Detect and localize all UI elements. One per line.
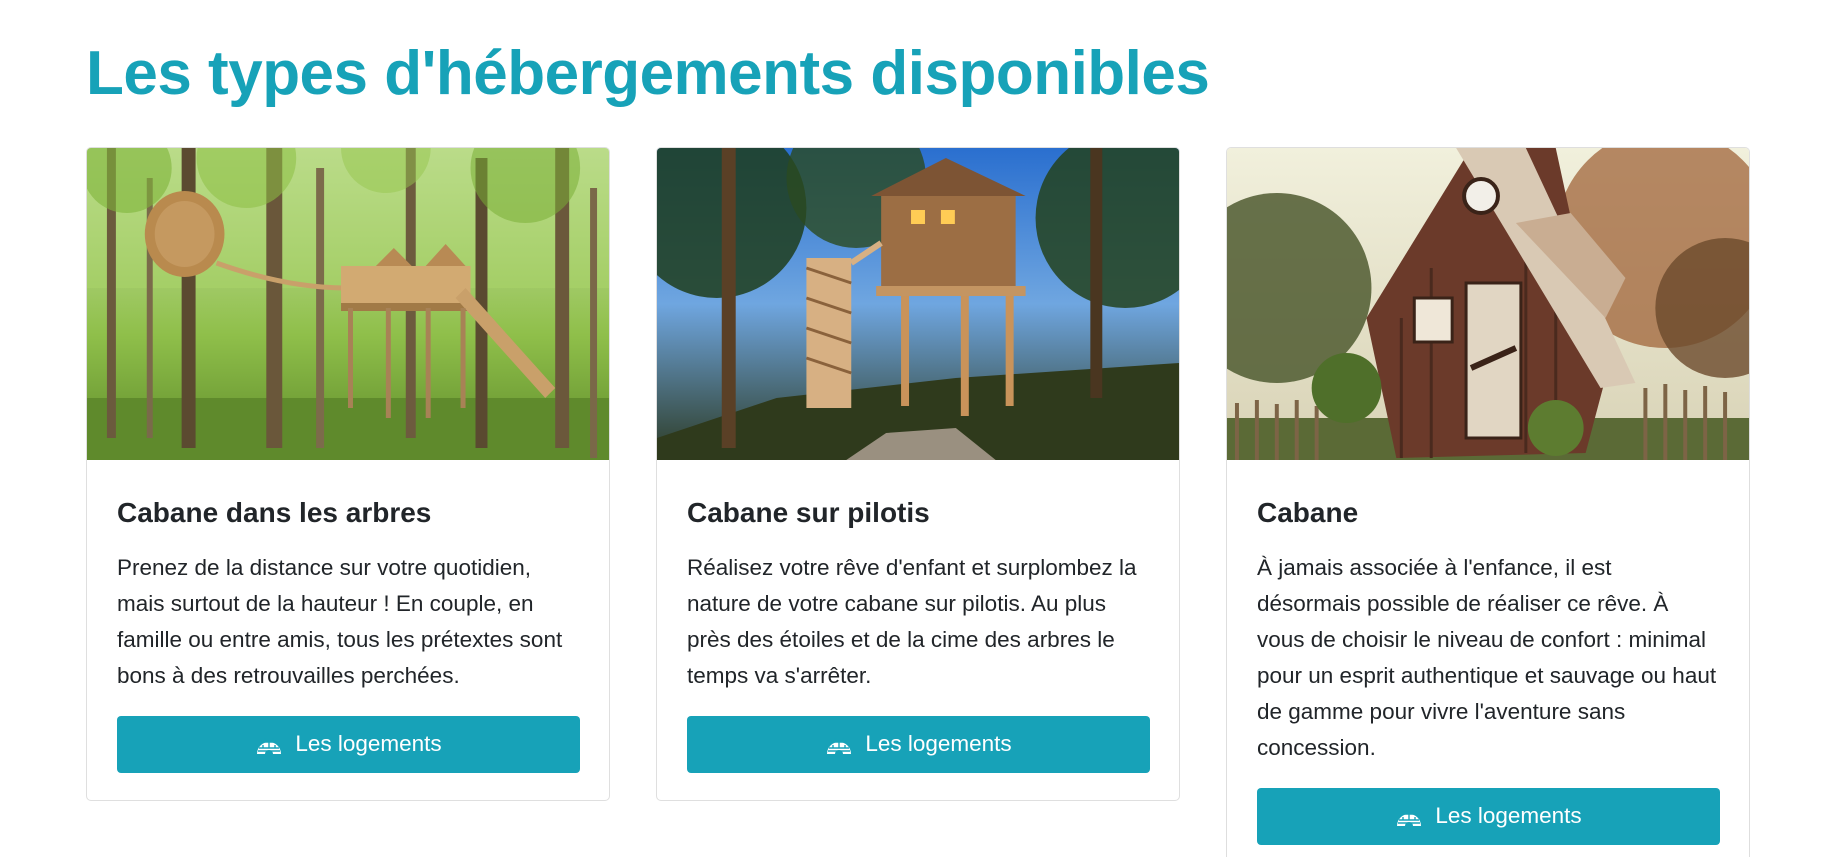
lodgings-button-label: Les logements (295, 731, 442, 757)
lodgings-button[interactable]: Les logements (117, 715, 580, 773)
lodgings-button-label: Les logements (865, 731, 1012, 757)
card-list: Cabane dans les arbres Prenez de la dist… (86, 147, 1750, 857)
lodgings-button-label: Les logements (1435, 803, 1582, 829)
lodgings-button[interactable]: Les logements (1257, 787, 1720, 845)
card-text: Réalisez votre rêve d'enfant et surplomb… (687, 554, 1137, 688)
card-title: Cabane sur pilotis (687, 497, 930, 528)
card-image-cabin (1227, 148, 1749, 460)
card-cabin: Cabane À jamais associée à l'enfance, il… (1226, 147, 1750, 857)
card-image-treehouse (87, 148, 609, 460)
card-body: Cabane À jamais associée à l'enfance, il… (1227, 496, 1749, 845)
igloo-icon (827, 738, 852, 755)
card-title: Cabane (1257, 497, 1359, 528)
card-treehouse: Cabane dans les arbres Prenez de la dist… (86, 147, 610, 801)
card-text: Prenez de la distance sur votre quotidie… (117, 554, 563, 688)
card-image-stilt-cabin (657, 148, 1179, 460)
card-body: Cabane dans les arbres Prenez de la dist… (87, 496, 609, 773)
card-text: À jamais associée à l'enfance, il est dé… (1257, 554, 1717, 760)
page-title: Les types d'hébergements disponibles (86, 39, 1210, 108)
igloo-icon (257, 738, 282, 755)
card-body: Cabane sur pilotis Réalisez votre rêve d… (657, 496, 1179, 773)
page: Les types d'hébergements disponibles Cab… (0, 0, 1831, 857)
lodgings-button[interactable]: Les logements (687, 715, 1150, 773)
card-stilt-cabin: Cabane sur pilotis Réalisez votre rêve d… (656, 147, 1180, 801)
igloo-icon (1397, 810, 1422, 827)
card-title: Cabane dans les arbres (117, 497, 432, 528)
